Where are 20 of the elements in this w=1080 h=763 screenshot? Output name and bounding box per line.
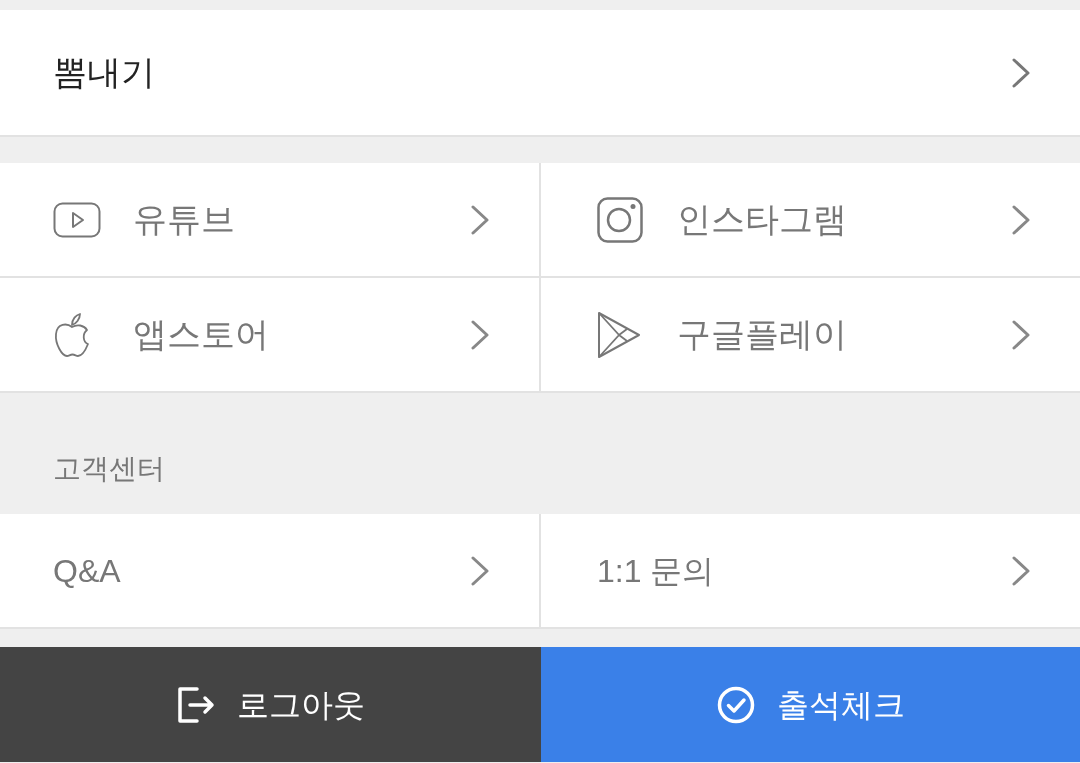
chevron-right-icon xyxy=(471,204,489,235)
social-link[interactable]: 유튜브 xyxy=(0,163,541,278)
chevron-right-icon xyxy=(471,555,489,586)
check-circle-icon xyxy=(716,685,755,724)
chevron-right-icon xyxy=(471,319,489,350)
footer-button[interactable]: 로그아웃 xyxy=(0,647,541,762)
footer-button[interactable]: 출석체크 xyxy=(541,647,1080,762)
menu-item[interactable]: 뽐내기 xyxy=(0,10,1080,137)
chevron-right-icon xyxy=(1012,319,1030,350)
chevron-right-icon xyxy=(1012,204,1030,235)
play-button-icon xyxy=(53,201,101,238)
logout-icon xyxy=(176,686,215,723)
play-triangle-icon xyxy=(597,310,641,359)
support-link[interactable]: Q&A xyxy=(0,514,541,629)
apple-icon xyxy=(53,311,91,358)
social-link[interactable]: 앱스토어 xyxy=(0,278,541,393)
chevron-right-icon xyxy=(1012,57,1030,88)
section-title: 고객센터 xyxy=(53,452,165,486)
chevron-right-icon xyxy=(1012,555,1030,586)
camera-icon xyxy=(597,196,643,243)
